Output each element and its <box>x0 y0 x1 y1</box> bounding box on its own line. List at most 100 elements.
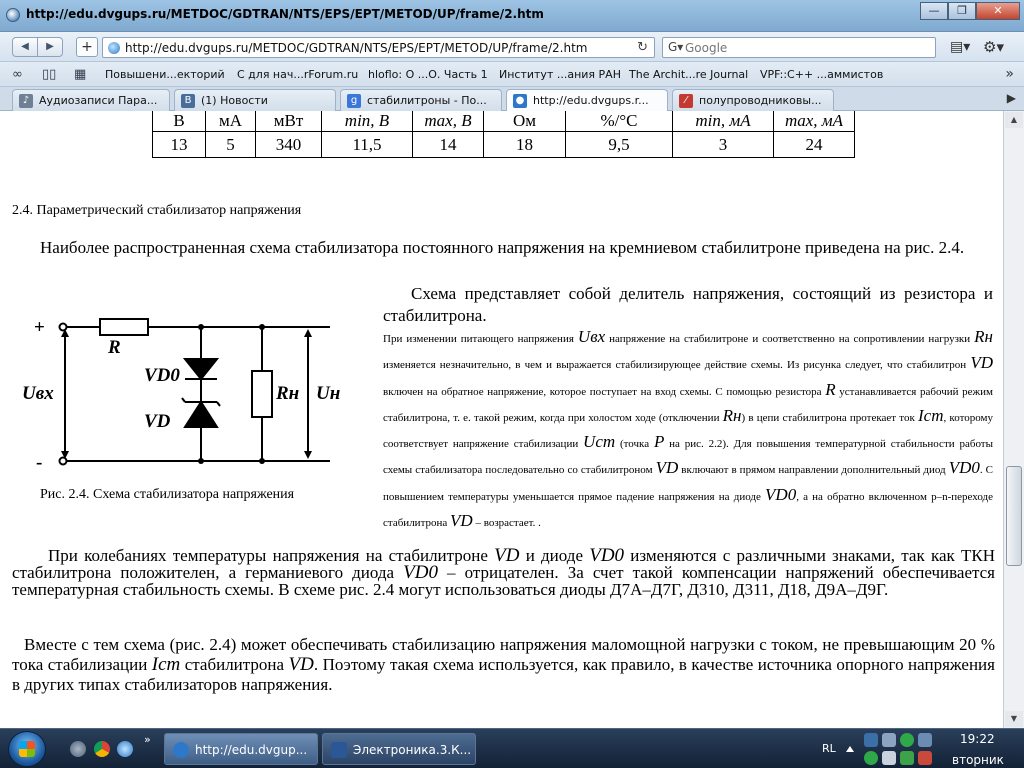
parameters-table: В мА мВт min, В max, В Ом %/°С min, мА m… <box>152 111 855 158</box>
tab-label: полупроводниковы... <box>699 94 822 107</box>
table-cell: min, мА <box>672 111 774 132</box>
minimize-button[interactable]: — <box>920 2 948 20</box>
task-word-document[interactable]: Электроника.3.К... <box>322 733 476 765</box>
speaker-icon[interactable] <box>882 751 896 765</box>
forward-button[interactable]: ▶ <box>37 37 63 57</box>
book-icon[interactable]: ▯▯ <box>42 67 56 82</box>
search-input[interactable] <box>685 40 925 55</box>
input-voltage-label: Uвх <box>22 383 54 404</box>
table-cell: 340 <box>255 131 322 158</box>
window-title: http://edu.dvgups.ru/METDOC/GDTRAN/NTS/E… <box>26 7 544 21</box>
output-voltage-label: Uн <box>316 383 340 404</box>
clock-day[interactable]: вторник <box>952 753 1004 767</box>
start-button[interactable] <box>8 731 46 767</box>
circuit-diagram: + - R Uвх VD0 VD Rн Uн <box>22 317 340 473</box>
audio-icon: ♪ <box>19 94 33 108</box>
table-cell: мА <box>205 111 256 132</box>
bookmarks-bar: ∞ ▯▯ ▦ Повышени...екторий С для нач...rF… <box>0 62 1024 87</box>
var-r-load: Rн <box>722 405 742 425</box>
task-label: http://edu.dvgup... <box>195 743 308 757</box>
scroll-down-button[interactable]: ▼ <box>1005 711 1023 727</box>
tab-news[interactable]: В (1) Новости <box>174 89 336 111</box>
diode-vd0-label: VD0 <box>144 365 180 386</box>
table-cell: 18 <box>483 131 566 158</box>
back-button[interactable]: ◀ <box>12 37 38 57</box>
text-run: (точка <box>615 438 654 451</box>
bookmark-item[interactable]: The Archit...re Journal <box>629 68 748 81</box>
tab-zener-search[interactable]: g стабилитроны - По... <box>340 89 502 111</box>
text-run: напряжение на стабилитроне и соответстве… <box>605 333 975 345</box>
bookmark-item[interactable]: С для нач...rForum.ru <box>237 68 358 81</box>
description-text: Схема представляет собой делитель напряж… <box>383 283 993 535</box>
tab-audio[interactable]: ♪ Аудиозаписи Пара... <box>12 89 170 111</box>
reload-icon[interactable]: ↻ <box>637 40 648 55</box>
address-text[interactable]: http://edu.dvgups.ru/METDOC/GDTRAN/NTS/E… <box>125 41 587 55</box>
scroll-thumb[interactable] <box>1006 466 1022 566</box>
quick-launch-more-button[interactable]: » <box>144 733 151 746</box>
chrome-icon[interactable] <box>94 741 110 757</box>
var-vd: VD <box>655 458 679 478</box>
var-vd: VD <box>970 353 993 373</box>
text-run: При изменении питающего напряжения <box>383 333 578 345</box>
var-vd: VD <box>288 654 314 675</box>
tabs-scroll-arrow[interactable]: ▶ <box>1007 91 1016 105</box>
tab-edu-dvgups[interactable]: ● http://edu.dvgups.r... <box>506 89 668 111</box>
scroll-up-button[interactable]: ▲ <box>1005 112 1023 128</box>
window-tray-icon[interactable] <box>882 733 896 747</box>
table-cell: 13 <box>152 131 206 158</box>
search-box[interactable]: G▾ <box>662 37 936 58</box>
table-cell: max, В <box>412 111 484 132</box>
globe-icon <box>173 742 189 758</box>
clock-time[interactable]: 19:22 <box>960 732 995 746</box>
table-row: В мА мВт min, В max, В Ом %/°С min, мА m… <box>152 111 855 132</box>
page-menu-button[interactable]: ▤▾ <box>950 39 970 55</box>
tab-strip: ♪ Аудиозаписи Пара... В (1) Новости g ст… <box>0 87 1024 111</box>
table-cell: Ом <box>483 111 566 132</box>
check-icon[interactable] <box>900 733 914 747</box>
search-engine-icon[interactable]: G▾ <box>668 40 683 54</box>
address-bar[interactable]: http://edu.dvgups.ru/METDOC/GDTRAN/NTS/E… <box>102 37 655 58</box>
browser-icon[interactable] <box>117 741 133 757</box>
table-cell: 11,5 <box>321 131 413 158</box>
tab-label: стабилитроны - По... <box>367 94 487 107</box>
desktop-icon[interactable] <box>70 741 86 757</box>
language-indicator[interactable]: RL <box>822 742 836 755</box>
word-icon <box>331 742 347 758</box>
bookmark-item[interactable]: hloflo: О ...О. Часть 1 <box>368 68 488 81</box>
glasses-icon[interactable]: ∞ <box>12 67 23 82</box>
text-run: стабилитрона <box>180 655 289 674</box>
intro-paragraph: Наиболее распространенная схема стабилиз… <box>40 238 965 257</box>
tab-semiconductors[interactable]: ⁄ полупроводниковы... <box>672 89 834 111</box>
skype-icon[interactable] <box>864 751 878 765</box>
windows-logo-icon <box>19 741 35 757</box>
var-p: P <box>653 432 665 452</box>
var-u-st: Uст <box>583 432 616 452</box>
maximize-button[interactable]: ❐ <box>948 2 976 20</box>
text-run: ) в цепи стабилитрона протекает ток <box>741 411 918 424</box>
task-browser[interactable]: http://edu.dvgup... <box>164 733 318 765</box>
close-button[interactable]: ✕ <box>976 2 1020 20</box>
tools-menu-button[interactable]: ⚙▾ <box>983 38 1004 56</box>
power-icon[interactable] <box>900 751 914 765</box>
grid-icon[interactable]: ▦ <box>74 67 86 82</box>
bookmark-item[interactable]: Повышени...екторий <box>105 68 225 81</box>
new-tab-button[interactable]: + <box>76 37 98 57</box>
load-paragraph: Вместе с тем схема (рис. 2.4) может обес… <box>12 635 995 695</box>
table-cell: %/°С <box>565 111 673 132</box>
text-run: изменяется незначительно, в чем и выража… <box>383 359 971 372</box>
text-run: – возрастает. . <box>472 517 541 530</box>
vk-icon: В <box>181 94 195 108</box>
table-cell: мВт <box>255 111 322 132</box>
minus-terminal-label: - <box>36 452 42 473</box>
gear-tray-icon[interactable] <box>918 733 932 747</box>
security-icon[interactable] <box>918 751 932 765</box>
figure-caption: Рис. 2.4. Схема стабилизатора напряжения <box>40 487 295 502</box>
bookmarks-more-button[interactable]: » <box>1005 66 1014 82</box>
table-cell: В <box>152 111 206 132</box>
task-label: Электроника.3.К... <box>353 743 472 757</box>
network-icon[interactable] <box>864 733 878 747</box>
show-hidden-icons-icon[interactable] <box>846 744 854 752</box>
bookmark-item[interactable]: Институт ...ания РАН <box>499 68 621 81</box>
vertical-scrollbar[interactable]: ▲ ▼ <box>1003 111 1024 728</box>
bookmark-item[interactable]: VPF::C++ ...аммистов <box>760 68 883 81</box>
